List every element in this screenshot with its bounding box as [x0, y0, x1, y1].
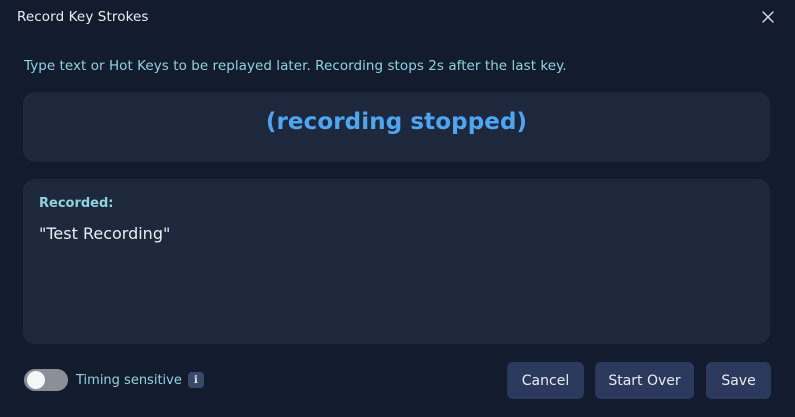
recorded-label: Recorded:: [39, 196, 114, 211]
titlebar: Record Key Strokes: [0, 0, 795, 36]
recorded-panel: Recorded: "Test Recording": [23, 179, 770, 344]
timing-option: Timing sensitive i: [24, 369, 204, 391]
record-keystrokes-dialog: Record Key Strokes Type text or Hot Keys…: [0, 0, 795, 417]
timing-sensitive-toggle[interactable]: [24, 369, 68, 391]
instructions-text: Type text or Hot Keys to be replayed lat…: [24, 58, 567, 74]
cancel-button[interactable]: Cancel: [507, 362, 584, 399]
toggle-knob: [27, 371, 45, 389]
save-button[interactable]: Save: [706, 362, 771, 399]
recording-status: (recording stopped): [265, 109, 528, 135]
info-icon[interactable]: i: [187, 372, 204, 388]
recorded-value: "Test Recording": [39, 224, 171, 243]
close-icon: [762, 11, 774, 23]
start-over-button[interactable]: Start Over: [595, 362, 694, 399]
dialog-title: Record Key Strokes: [17, 9, 149, 25]
timing-sensitive-label: Timing sensitive: [76, 372, 182, 388]
close-button[interactable]: [757, 6, 779, 28]
recording-status-panel: (recording stopped): [23, 92, 770, 162]
